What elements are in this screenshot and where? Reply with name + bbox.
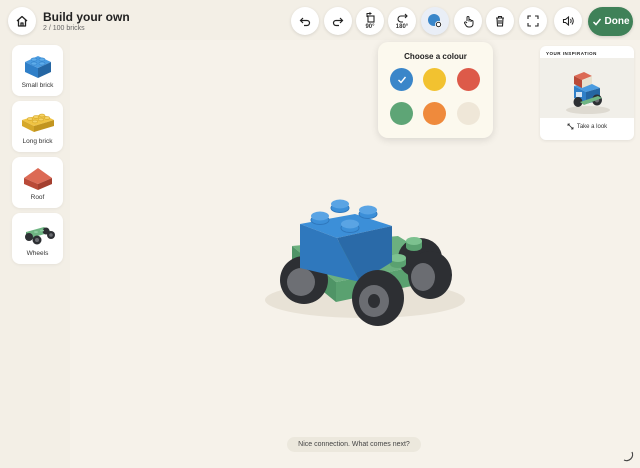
brick-label: Roof <box>30 194 45 201</box>
brick-wheels[interactable]: Wheels <box>12 213 63 264</box>
status-toast: Nice connection. What comes next? <box>287 437 421 452</box>
inspiration-image <box>540 58 634 118</box>
long-brick-icon <box>21 113 54 132</box>
rotate-90-icon <box>366 12 375 23</box>
move-button[interactable] <box>454 7 482 35</box>
colour-swatch-green[interactable] <box>390 102 413 125</box>
small-brick-icon <box>24 56 51 78</box>
check-icon <box>397 76 406 84</box>
wheels-brick-icon <box>24 227 55 245</box>
brick-long[interactable]: Long brick <box>12 101 63 152</box>
brick-small[interactable]: Small brick <box>12 45 63 96</box>
redo-icon <box>332 17 344 27</box>
undo-button[interactable] <box>291 7 319 35</box>
home-button[interactable] <box>8 7 36 35</box>
redo-button[interactable] <box>324 7 352 35</box>
take-a-look-label: Take a look <box>576 123 608 130</box>
colour-swatch-orange[interactable] <box>423 102 446 125</box>
expand-icon <box>567 123 574 130</box>
hand-pointer-icon <box>463 15 473 27</box>
brick-label: Small brick <box>21 82 54 89</box>
roof-brick-icon <box>23 168 52 190</box>
brick-label: Long brick <box>22 138 53 145</box>
colour-swatch-red[interactable] <box>457 68 480 91</box>
colour-swatch-yellow[interactable] <box>423 68 446 91</box>
take-a-look-link[interactable]: Take a look <box>540 123 634 130</box>
colour-swatch-blue[interactable] <box>390 68 413 91</box>
colour-picker-popover: Choose a colour <box>378 42 493 138</box>
done-label: Done <box>604 16 630 27</box>
done-button[interactable]: Done <box>588 7 633 36</box>
undo-icon <box>299 17 311 27</box>
home-icon <box>16 15 28 27</box>
loading-spinner-icon <box>623 451 634 462</box>
rotate-90-button[interactable]: 90° <box>356 7 384 35</box>
rotate-90-label: 90° <box>365 24 375 30</box>
fullscreen-icon <box>527 15 539 27</box>
page-title: Build your own <box>43 10 130 24</box>
brick-roof[interactable]: Roof <box>12 157 63 208</box>
fullscreen-button[interactable] <box>519 7 547 35</box>
colour-button[interactable] <box>421 7 449 35</box>
paint-icon <box>428 14 442 28</box>
inspiration-card[interactable]: YOUR INSPIRATION Take a look <box>540 46 634 140</box>
colour-swatch-cream[interactable] <box>457 102 480 125</box>
delete-button[interactable] <box>486 7 514 35</box>
rotate-180-button[interactable]: 180° <box>388 7 416 35</box>
brick-count: 2 / 100 bricks <box>43 25 85 32</box>
colour-picker-title: Choose a colour <box>404 52 467 61</box>
check-icon <box>592 18 601 26</box>
brick-label: Wheels <box>26 250 49 257</box>
sound-button[interactable] <box>554 7 582 35</box>
speaker-icon <box>562 15 574 27</box>
rotate-180-icon <box>397 13 408 23</box>
trash-icon <box>496 15 504 27</box>
inspiration-heading: YOUR INSPIRATION <box>546 51 597 56</box>
rotate-180-label: 180° <box>395 24 409 30</box>
